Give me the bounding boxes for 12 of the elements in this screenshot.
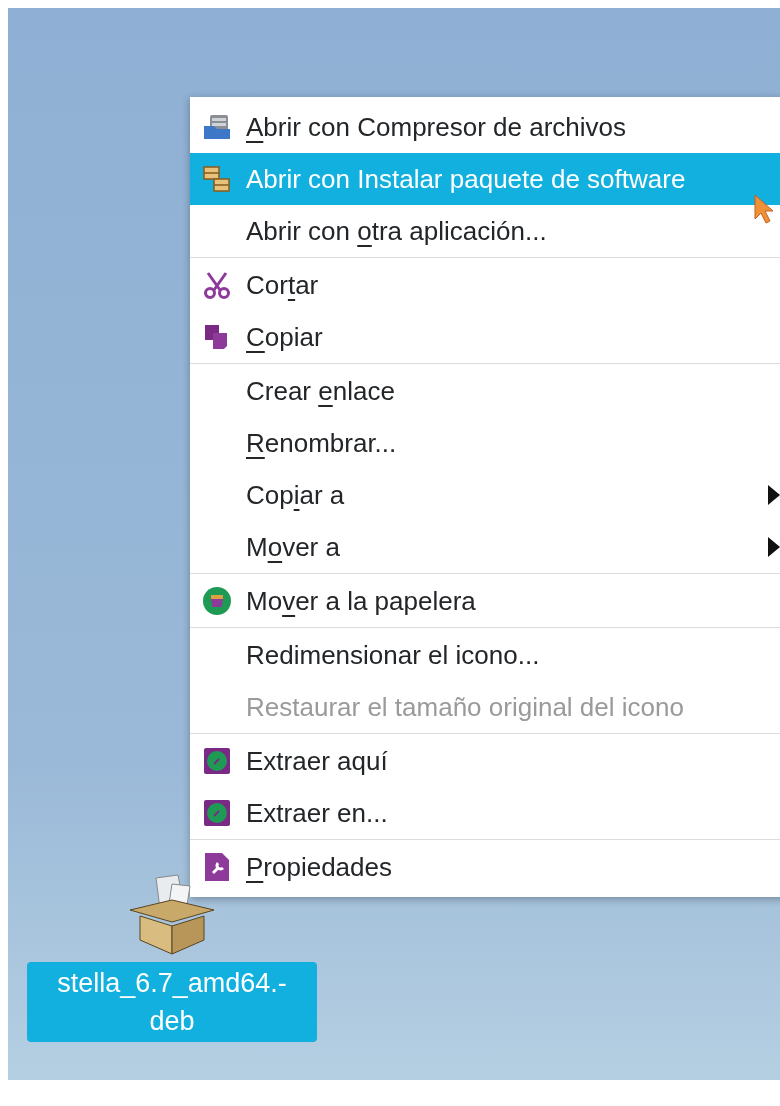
mouse-cursor-icon (754, 194, 776, 224)
menu-item[interactable]: Copiar a (190, 469, 780, 521)
submenu-arrow-icon (768, 537, 780, 557)
trash-icon (202, 586, 232, 616)
disc-icon (204, 748, 230, 774)
menu-item[interactable]: Mover a (190, 521, 780, 573)
wrench-document-icon (203, 852, 231, 882)
boxes-icon (202, 164, 232, 194)
submenu-arrow-icon (768, 485, 780, 505)
archive-icon (202, 112, 232, 142)
disc-icon (204, 800, 230, 826)
scissors-icon (202, 270, 232, 300)
